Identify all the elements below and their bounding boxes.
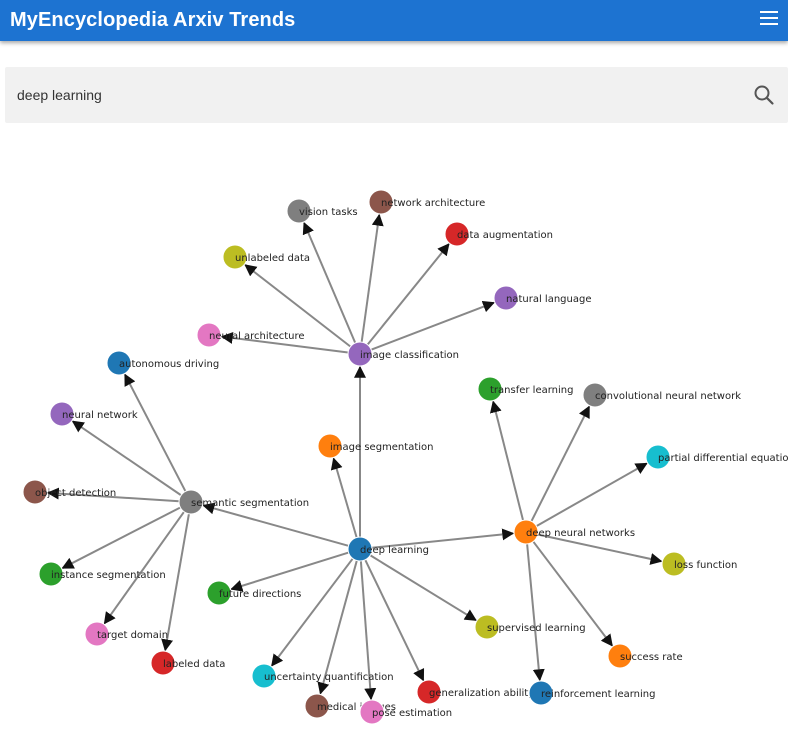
node-label: generalization ability: [429, 688, 534, 699]
edge-deep-neural-networks-to-partial-differential-equation: [535, 462, 648, 527]
node-label: neural architecture: [209, 331, 305, 342]
graph-node-unlabeled-data[interactable]: unlabeled data: [222, 244, 310, 270]
node-label: semantic segmentation: [191, 498, 309, 509]
graph-node-object-detection[interactable]: object detection: [22, 479, 116, 505]
graph-node-data-augmentation[interactable]: data augmentation: [444, 221, 553, 247]
node-label: reinforcement learning: [541, 689, 655, 700]
node-label: vision tasks: [299, 207, 358, 218]
node-label: loss function: [674, 560, 737, 571]
edge-semantic-segmentation-to-instance-segmentation: [61, 506, 181, 569]
hamburger-menu-icon[interactable]: [760, 11, 778, 25]
graph-node-image-classification[interactable]: image classification: [347, 341, 459, 367]
graph-node-convolutional-neural-network[interactable]: convolutional neural network: [582, 382, 741, 408]
edge-deep-learning-to-semantic-segmentation: [202, 502, 349, 547]
node-label: natural language: [506, 294, 591, 305]
graph-node-labeled-data[interactable]: labeled data: [150, 650, 225, 676]
graph-node-natural-language[interactable]: natural language: [493, 285, 591, 311]
edge-deep-neural-networks-to-convolutional-neural-network: [530, 405, 591, 522]
graph-node-deep-neural-networks[interactable]: deep neural networks: [513, 519, 635, 545]
edge-semantic-segmentation-to-neural-network: [71, 420, 182, 497]
app-title: MyEncyclopedia Arxiv Trends: [10, 9, 296, 31]
edge-image-classification-to-data-augmentation: [366, 243, 450, 346]
graph-node-future-directions[interactable]: future directions: [206, 580, 301, 606]
node-label: unlabeled data: [235, 253, 310, 264]
node-label: image segmentation: [330, 442, 433, 453]
node-label: instance segmentation: [51, 570, 166, 581]
edge-deep-neural-networks-to-reinforcement-learning: [526, 543, 545, 682]
node-label: neural network: [62, 410, 138, 421]
node-label: labeled data: [163, 659, 225, 670]
node-label: convolutional neural network: [595, 391, 741, 402]
node-label: deep neural networks: [526, 528, 635, 539]
graph-node-autonomous-driving[interactable]: autonomous driving: [106, 350, 219, 376]
node-label: autonomous driving: [119, 359, 219, 370]
node-label: success rate: [620, 652, 683, 663]
graph-node-pose-estimation[interactable]: pose estimation: [359, 699, 452, 725]
node-label: supervised learning: [487, 623, 586, 634]
graph-node-loss-function[interactable]: loss function: [661, 551, 737, 577]
graph-node-reinforcement-learning[interactable]: reinforcement learning: [528, 680, 655, 706]
node-label: image classification: [360, 350, 459, 361]
edge-deep-learning-to-generalization-ability: [364, 559, 425, 682]
graph-node-neural-network[interactable]: neural network: [49, 401, 138, 427]
graph-node-semantic-segmentation[interactable]: semantic segmentation: [178, 489, 309, 515]
graph-node-deep-learning[interactable]: deep learning: [347, 536, 429, 562]
node-label: object detection: [35, 488, 116, 499]
edge-deep-learning-to-supervised-learning: [369, 554, 477, 622]
knowledge-graph[interactable]: deep learning semantic segmentation image …: [0, 0, 788, 735]
node-label: target domain: [97, 630, 168, 641]
graph-node-neural-architecture[interactable]: neural architecture: [196, 322, 305, 348]
app-bar: MyEncyclopedia Arxiv Trends: [0, 0, 788, 41]
graph-node-vision-tasks[interactable]: vision tasks: [286, 198, 358, 224]
edge-semantic-segmentation-to-autonomous-driving: [124, 373, 187, 492]
node-label: deep learning: [360, 545, 429, 556]
node-label: future directions: [219, 589, 301, 600]
edge-image-classification-to-network-architecture: [360, 213, 384, 343]
node-label: transfer learning: [490, 385, 573, 396]
edge-image-classification-to-natural-language: [370, 300, 495, 351]
edge-deep-learning-to-image-segmentation: [330, 457, 358, 538]
graph-node-network-architecture[interactable]: network architecture: [368, 189, 485, 215]
graph-node-target-domain[interactable]: target domain: [84, 621, 168, 647]
edge-deep-neural-networks-to-transfer-learning: [489, 400, 525, 521]
node-label: pose estimation: [372, 708, 452, 719]
graph-node-success-rate[interactable]: success rate: [607, 643, 683, 669]
graph-node-supervised-learning[interactable]: supervised learning: [474, 614, 586, 640]
node-label: uncertainty quantification: [264, 672, 394, 683]
graph-node-generalization-ability[interactable]: generalization ability: [416, 679, 534, 705]
graph-node-transfer-learning[interactable]: transfer learning: [477, 376, 573, 402]
edge-deep-learning-to-future-directions: [230, 551, 349, 592]
edge-image-classification-to-vision-tasks: [302, 221, 357, 344]
node-label: data augmentation: [457, 230, 553, 241]
graph-node-partial-differential-equation[interactable]: partial differential equation: [645, 444, 788, 470]
edge-deep-learning-to-uncertainty-quantification: [271, 557, 354, 667]
node-label: network architecture: [381, 198, 485, 209]
node-label: partial differential equation: [658, 453, 788, 464]
graph-node-image-segmentation[interactable]: image segmentation: [317, 433, 433, 459]
